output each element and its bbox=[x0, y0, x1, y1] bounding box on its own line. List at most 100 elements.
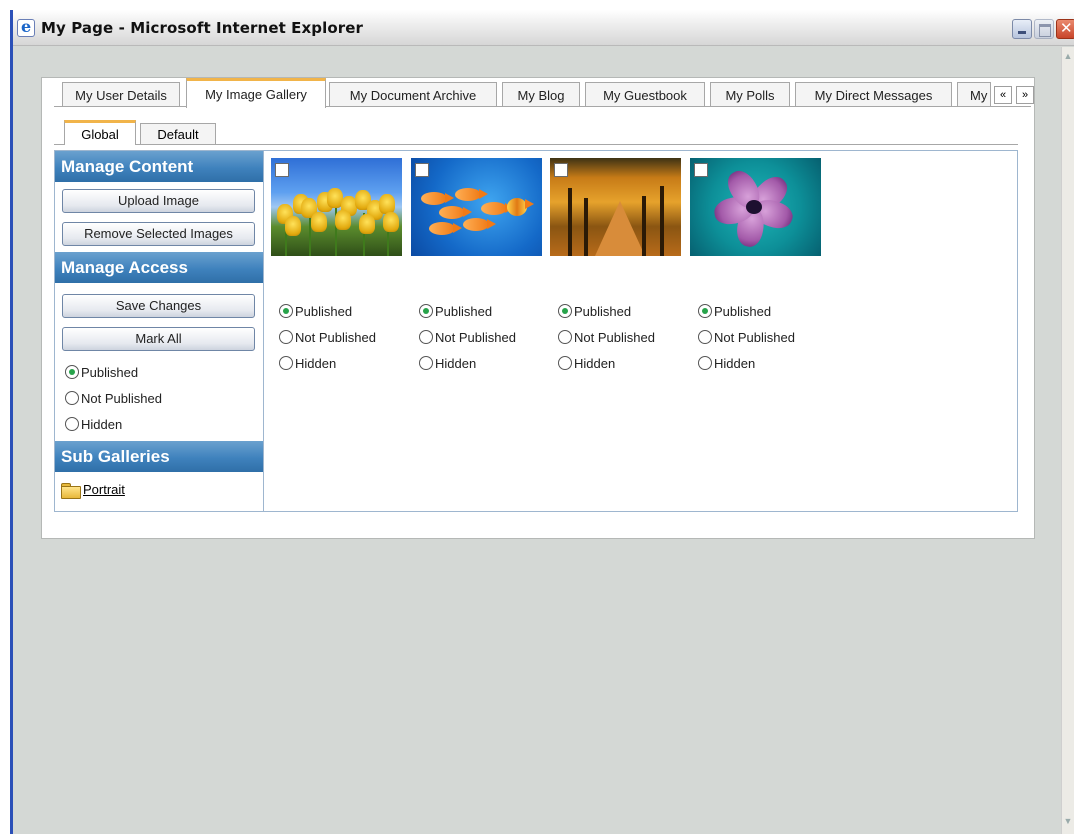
image-option-hidden[interactable]: Hidden bbox=[558, 350, 698, 376]
image-select-checkbox[interactable] bbox=[415, 163, 429, 177]
gallery-item: Published Not Published Hidden bbox=[411, 158, 542, 371]
image-thumbnail-purple-flower[interactable] bbox=[690, 158, 821, 256]
tab-label: My Blog bbox=[517, 87, 565, 103]
access-option-not-published[interactable]: Not Published bbox=[65, 385, 263, 411]
folder-label[interactable]: Portrait bbox=[83, 482, 125, 497]
manage-access-header: Manage Access bbox=[55, 252, 263, 283]
image-thumbnail-autumn-road[interactable] bbox=[550, 158, 681, 256]
upload-image-button[interactable]: Upload Image bbox=[62, 189, 255, 213]
image-select-checkbox[interactable] bbox=[694, 163, 708, 177]
image-select-checkbox[interactable] bbox=[275, 163, 289, 177]
image-option-hidden[interactable]: Hidden bbox=[419, 350, 559, 376]
tab-my-user-details[interactable]: My User Details bbox=[62, 82, 180, 107]
radio-button[interactable] bbox=[698, 356, 712, 370]
subtab-label: Default bbox=[157, 127, 199, 142]
radio-label: Not Published bbox=[714, 329, 795, 345]
image-thumbnail-tulips[interactable] bbox=[271, 158, 402, 256]
gallery-item: Published Not Published Hidden bbox=[690, 158, 821, 371]
scroll-down-arrow-icon[interactable]: ▼ bbox=[1062, 814, 1074, 828]
radio-button[interactable] bbox=[558, 304, 572, 318]
radio-button[interactable] bbox=[279, 304, 293, 318]
tab-label: My Image Gallery bbox=[205, 87, 307, 102]
radio-button[interactable] bbox=[65, 365, 79, 379]
tab-my-document-archive[interactable]: My Document Archive bbox=[329, 82, 497, 107]
tab-scroll-right-icon[interactable]: » bbox=[1016, 86, 1034, 104]
radio-label: Hidden bbox=[435, 355, 477, 371]
subtab-default[interactable]: Default bbox=[140, 123, 216, 145]
image-option-not-published[interactable]: Not Published bbox=[419, 324, 559, 350]
browser-window: My Page - Microsoft Internet Explorer ▲ … bbox=[10, 10, 1074, 834]
radio-label: Not Published bbox=[574, 329, 655, 345]
radio-label: Published bbox=[295, 303, 353, 319]
tab-label: My Polls bbox=[725, 87, 775, 103]
radio-button[interactable] bbox=[558, 356, 572, 370]
radio-label: Published bbox=[81, 364, 139, 380]
radio-button[interactable] bbox=[419, 356, 433, 370]
tab-my-polls[interactable]: My Polls bbox=[710, 82, 790, 107]
radio-label: Published bbox=[435, 303, 493, 319]
folder-link-portrait[interactable]: Portrait bbox=[55, 482, 263, 499]
image-option-not-published[interactable]: Not Published bbox=[698, 324, 838, 350]
radio-button[interactable] bbox=[65, 417, 79, 431]
image-gallery: Published Not Published Hidden Published… bbox=[264, 151, 1017, 511]
radio-label: Published bbox=[574, 303, 632, 319]
tab-label: My User Details bbox=[75, 87, 167, 103]
vertical-scrollbar[interactable]: ▲ ▼ bbox=[1061, 47, 1074, 834]
radio-label: Hidden bbox=[81, 416, 123, 432]
subtab-label: Global bbox=[81, 126, 119, 142]
image-option-published[interactable]: Published bbox=[419, 298, 559, 324]
image-access-options: Published Not Published Hidden bbox=[419, 298, 559, 376]
close-button[interactable] bbox=[1056, 19, 1074, 39]
radio-label: Published bbox=[714, 303, 772, 319]
tab-my-direct-messages[interactable]: My Direct Messages bbox=[795, 82, 952, 107]
image-option-not-published[interactable]: Not Published bbox=[279, 324, 419, 350]
sidebar: Manage Content Upload Image Remove Selec… bbox=[55, 151, 264, 511]
sub-tab-divider bbox=[54, 144, 1018, 145]
image-option-hidden[interactable]: Hidden bbox=[698, 350, 838, 376]
gallery-item: Published Not Published Hidden bbox=[550, 158, 681, 371]
image-access-options: Published Not Published Hidden bbox=[558, 298, 698, 376]
scroll-up-arrow-icon[interactable]: ▲ bbox=[1062, 49, 1074, 63]
image-select-checkbox[interactable] bbox=[554, 163, 568, 177]
save-changes-button[interactable]: Save Changes bbox=[62, 294, 255, 318]
radio-label: Not Published bbox=[435, 329, 516, 345]
radio-button[interactable] bbox=[698, 304, 712, 318]
remove-selected-images-button[interactable]: Remove Selected Images bbox=[62, 222, 255, 246]
radio-button[interactable] bbox=[419, 304, 433, 318]
radio-button[interactable] bbox=[279, 356, 293, 370]
minimize-button[interactable] bbox=[1012, 19, 1032, 39]
mark-all-button[interactable]: Mark All bbox=[62, 327, 255, 351]
image-access-options: Published Not Published Hidden bbox=[279, 298, 419, 376]
folder-icon bbox=[61, 482, 81, 499]
image-option-not-published[interactable]: Not Published bbox=[558, 324, 698, 350]
image-access-options: Published Not Published Hidden bbox=[698, 298, 838, 376]
subtab-global[interactable]: Global bbox=[64, 120, 136, 145]
tab-my-blog[interactable]: My Blog bbox=[502, 82, 580, 107]
tab-my-guestbook[interactable]: My Guestbook bbox=[585, 82, 705, 107]
page-panel: My User Details My Image Gallery My Docu… bbox=[41, 77, 1035, 539]
image-option-published[interactable]: Published bbox=[558, 298, 698, 324]
image-option-published[interactable]: Published bbox=[279, 298, 419, 324]
tab-scroll-left-icon[interactable]: « bbox=[994, 86, 1012, 104]
radio-button[interactable] bbox=[279, 330, 293, 344]
maximize-button[interactable] bbox=[1034, 19, 1054, 39]
image-thumbnail-goldfish[interactable] bbox=[411, 158, 542, 256]
tab-label: My Direct Messages bbox=[814, 87, 933, 103]
radio-label: Hidden bbox=[714, 355, 756, 371]
tab-my-image-gallery[interactable]: My Image Gallery bbox=[186, 78, 326, 108]
gallery-item: Published Not Published Hidden bbox=[271, 158, 402, 371]
main-tab-strip: My User Details My Image Gallery My Docu… bbox=[54, 78, 1034, 108]
radio-button[interactable] bbox=[558, 330, 572, 344]
radio-label: Not Published bbox=[295, 329, 376, 345]
access-option-published[interactable]: Published bbox=[65, 359, 263, 385]
radio-button[interactable] bbox=[419, 330, 433, 344]
tab-my-truncated[interactable]: My bbox=[957, 82, 991, 107]
title-bar: My Page - Microsoft Internet Explorer bbox=[13, 10, 1074, 46]
radio-button[interactable] bbox=[65, 391, 79, 405]
image-option-hidden[interactable]: Hidden bbox=[279, 350, 419, 376]
access-option-hidden[interactable]: Hidden bbox=[65, 411, 263, 437]
radio-label: Hidden bbox=[574, 355, 616, 371]
content-area: Manage Content Upload Image Remove Selec… bbox=[54, 150, 1018, 512]
image-option-published[interactable]: Published bbox=[698, 298, 838, 324]
radio-button[interactable] bbox=[698, 330, 712, 344]
